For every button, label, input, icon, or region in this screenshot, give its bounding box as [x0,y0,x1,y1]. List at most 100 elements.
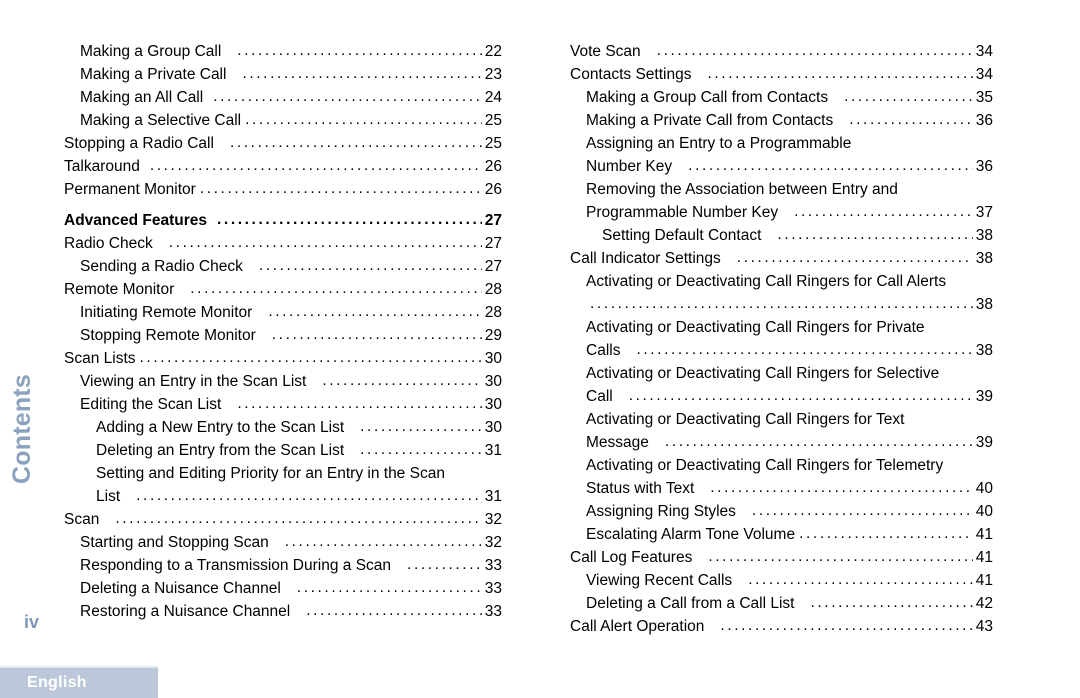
toc-entry-title-wrap: Assigning an Entry to a Programmable [586,135,852,152]
toc-entry-title: Viewing Recent Calls [586,572,733,589]
toc-entry[interactable]: Deleting a Nuisance Channel 33 [80,577,502,600]
toc-entry[interactable]: Stopping a Radio Call 25 [64,132,502,155]
toc-entry[interactable]: Making a Private Call from Contacts 36 [586,109,993,132]
toc-entry-title: Restoring a Nuisance Channel [80,603,291,620]
toc-page-number: 38 [975,250,993,267]
toc-entry-title: Making a Group Call from Contacts [586,89,829,106]
section-tab-label: Contents [0,324,44,484]
toc-entry-title: Call [586,388,613,405]
toc-entry[interactable]: Activating or Deactivating Call Ringers … [586,408,993,454]
toc-entry[interactable]: Viewing Recent Calls 41 [586,569,993,592]
toc-entry-line: Sending a Radio Check 27 [80,255,502,278]
toc-leader-dots [140,346,482,369]
toc-entry[interactable]: Activating or Deactivating Call Ringers … [586,316,993,362]
toc-entry[interactable]: Scan 32 [64,508,502,531]
toc-page-number: 41 [975,572,993,589]
toc-entry[interactable]: Sending a Radio Check 27 [80,255,502,278]
toc-entry-line: Making a Group Call 22 [80,40,502,63]
toc-entry-title: Initiating Remote Monitor [80,304,253,321]
toc-entry-title: List [96,488,121,505]
toc-entry[interactable]: Making a Selective Call 25 [80,109,502,132]
toc-entry[interactable]: Responding to a Transmission During a Sc… [80,554,502,577]
toc-entry[interactable]: Vote Scan 34 [570,40,993,63]
toc-page-number: 30 [484,419,502,436]
toc-entry[interactable]: Making a Private Call 23 [80,63,502,86]
toc-page-number: 33 [484,580,502,597]
toc-page-number: 38 [975,342,993,359]
toc-entry[interactable]: Making a Group Call from Contacts 35 [586,86,993,109]
toc-entry[interactable]: Scan Lists 30 [64,347,502,370]
toc-entry-line: Radio Check 27 [64,232,502,255]
toc-page-number: 34 [975,66,993,83]
toc-page-number: 33 [484,603,502,620]
toc-leader-dots [259,254,482,277]
toc-page-number: 26 [484,181,502,198]
toc-entry[interactable]: Call Alert Operation 43 [570,615,993,638]
toc-leader-dots [799,522,973,545]
toc-entry-title: Escalating Alarm Tone Volume [586,526,796,543]
toc-entry[interactable]: Radio Check 27 [64,232,502,255]
toc-entry[interactable]: Activating or Deactivating Call Ringers … [586,454,993,500]
toc-entry-title: Assigning Ring Styles [586,503,736,520]
page-number: iv [24,612,40,632]
toc-entry[interactable]: Talkaround 26 [64,155,502,178]
toc-entry-title: Calls [586,342,621,359]
toc-entry[interactable]: Activating or Deactivating Call Ringers … [586,362,993,408]
toc-entry[interactable]: Removing the Association between Entry a… [586,178,993,224]
toc-leader-dots [777,223,972,246]
toc-leader-dots [360,415,482,438]
toc-entry[interactable]: Restoring a Nuisance Channel 33 [80,600,502,623]
toc-entry[interactable]: Contacts Settings 34 [570,63,993,86]
toc-entry[interactable]: Assigning an Entry to a Programmable Numb… [586,132,993,178]
toc-entry-title: Permanent Monitor [64,181,196,198]
toc-entry[interactable]: Assigning Ring Styles 40 [586,500,993,523]
toc-leader-dots [636,338,972,361]
toc-entry[interactable]: Deleting a Call from a Call List 42 [586,592,993,615]
toc-entry[interactable]: Setting and Editing Priority for an Entr… [96,462,502,508]
toc-entry[interactable]: Setting Default Contact 38 [602,224,993,247]
toc-page-number: 40 [975,480,993,497]
toc-entry-line: Making a Group Call from Contacts 35 [586,86,993,109]
toc-leader-dots [306,599,482,622]
toc-entry[interactable]: Call Log Features 41 [570,546,993,569]
toc-entry[interactable]: Making an All Call 24 [80,86,502,109]
toc-entry[interactable]: Viewing an Entry in the Scan List 30 [80,370,502,393]
toc-column-left: Making a Group Call 22 Making a Private Ca… [64,40,502,623]
toc-entry[interactable]: Stopping Remote Monitor 29 [80,324,502,347]
toc-entry[interactable]: Initiating Remote Monitor 28 [80,301,502,324]
toc-entry-line: Making a Private Call from Contacts 36 [586,109,993,132]
toc-entry[interactable]: Starting and Stopping Scan 32 [80,531,502,554]
toc-entry-title: Sending a Radio Check [80,258,243,275]
toc-entry[interactable]: Advanced Features 27 [64,209,502,232]
toc-entry-title: Number Key [586,158,673,175]
toc-page-number: 37 [975,204,993,221]
toc-page-number: 27 [484,235,502,252]
toc-entry[interactable]: Call Indicator Settings 38 [570,247,993,270]
toc-page-number: 27 [484,258,502,275]
toc-entry[interactable]: Permanent Monitor 26 [64,178,502,201]
toc-leader-dots [708,545,972,568]
toc-entry-title-wrap: Setting and Editing Priority for an Entr… [96,465,445,482]
toc-page-number: 41 [975,549,993,566]
toc-entry-line: Status with Text 40 [586,477,993,500]
toc-entry[interactable]: Activating or Deactivating Call Ringers … [586,270,993,316]
toc-entry[interactable]: Deleting an Entry from the Scan List 31 [96,439,502,462]
toc-entry[interactable]: Escalating Alarm Tone Volume 41 [586,523,993,546]
toc-entry-line: Talkaround 26 [64,155,502,178]
toc-entry-title: Deleting a Nuisance Channel [80,580,281,597]
toc-entry-line: 38 [586,293,993,316]
toc-page-number: 29 [484,327,502,344]
toc-page-number: 39 [975,434,993,451]
toc-entry-line: Stopping Remote Monitor 29 [80,324,502,347]
toc-leader-dots [237,39,481,62]
toc-entry[interactable]: Adding a New Entry to the Scan List 30 [96,416,502,439]
toc-entry[interactable]: Remote Monitor 28 [64,278,502,301]
toc-page-number: 39 [975,388,993,405]
toc-page-number: 28 [484,304,502,321]
toc-entry-title: Deleting an Entry from the Scan List [96,442,345,459]
toc-entry[interactable]: Making a Group Call 22 [80,40,502,63]
toc-entry[interactable]: Editing the Scan List 30 [80,393,502,416]
toc-entry-title: Editing the Scan List [80,396,222,413]
toc-entry-title-wrap: Activating or Deactivating Call Ringers … [586,273,947,290]
toc-entry-line: Scan Lists 30 [64,347,502,370]
